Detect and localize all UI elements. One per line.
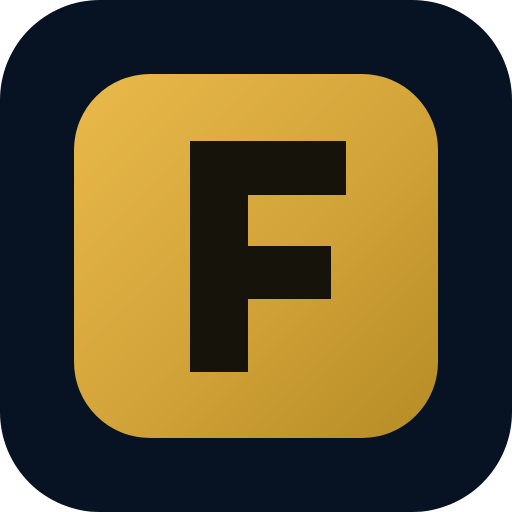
icon-tile: F <box>74 74 438 438</box>
letter-f-shape <box>190 141 346 372</box>
letter-f-glyph <box>190 141 346 372</box>
app-icon: F <box>0 0 512 512</box>
